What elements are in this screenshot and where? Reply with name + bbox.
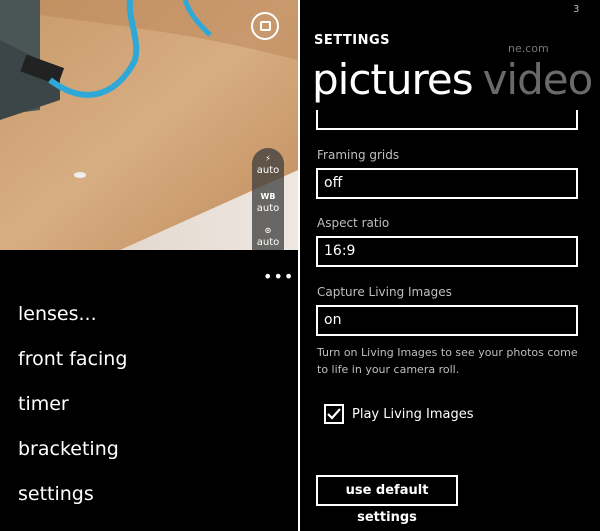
flash-value: auto (256, 165, 280, 176)
white-balance-value: auto (256, 203, 280, 214)
camera-switch-button[interactable] (251, 12, 279, 40)
living-images-label: Capture Living Images (317, 285, 452, 299)
white-balance-icon: WB (260, 192, 276, 201)
tab-video[interactable]: video (483, 55, 594, 104)
menu-item-settings[interactable]: settings (18, 477, 127, 522)
settings-pane: 3 ne.com SETTINGS pictures video Framing … (300, 0, 600, 531)
menu-item-lenses[interactable]: lenses... (18, 297, 127, 342)
menu-item-bracketing[interactable]: bracketing (18, 432, 127, 477)
exposure-icon: ⊙ (264, 226, 272, 235)
flash-setting[interactable]: ⚡ auto (252, 154, 284, 176)
framing-grids-label: Framing grids (317, 148, 400, 162)
living-images-help-text: Turn on Living Images to see your photos… (317, 346, 578, 376)
quick-settings-bar: ⚡ auto WB auto ⊙ auto (252, 148, 284, 250)
play-living-images-checkbox[interactable] (324, 404, 344, 424)
status-indicator: 3 (573, 4, 580, 15)
exposure-setting[interactable]: ⊙ auto (252, 226, 284, 248)
camera-pane: ⚡ auto WB auto ⊙ auto ••• lenses... fron… (0, 0, 298, 531)
pivot-header: pictures video (312, 52, 594, 108)
checkmark-icon (327, 408, 341, 420)
menu-item-front-facing[interactable]: front facing (18, 342, 127, 387)
camera-switch-icon (259, 21, 271, 31)
framing-grids-select[interactable]: off (316, 168, 578, 199)
exposure-value: auto (256, 237, 280, 248)
flash-icon: ⚡ (265, 154, 271, 163)
camera-menu: lenses... front facing timer bracketing … (18, 297, 127, 522)
living-images-select[interactable]: on (316, 305, 578, 336)
play-living-images-label[interactable]: Play Living Images (352, 407, 474, 422)
page-title: SETTINGS (314, 33, 391, 48)
more-options-icon[interactable]: ••• (263, 269, 294, 285)
menu-item-timer[interactable]: timer (18, 387, 127, 432)
previous-setting-field[interactable] (316, 110, 578, 130)
aspect-ratio-select[interactable]: 16:9 (316, 236, 578, 267)
use-default-settings-button[interactable]: use default settings (316, 475, 458, 525)
aspect-ratio-label: Aspect ratio (317, 216, 390, 230)
white-balance-setting[interactable]: WB auto (252, 192, 284, 214)
tab-pictures[interactable]: pictures (312, 55, 474, 104)
camera-viewfinder[interactable]: ⚡ auto WB auto ⊙ auto (0, 0, 298, 250)
